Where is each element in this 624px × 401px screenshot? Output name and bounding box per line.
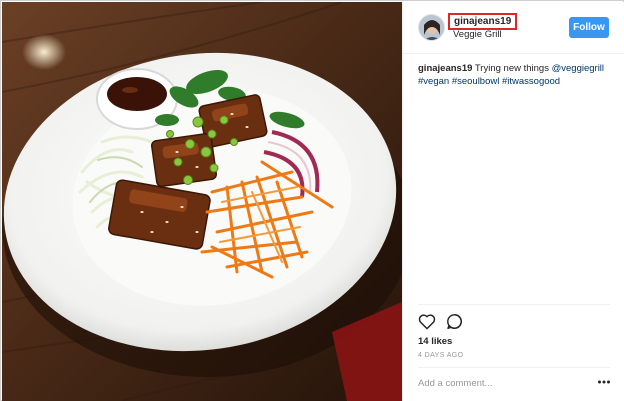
comment-bubble-icon[interactable] [446,313,463,330]
hashtag-link[interactable]: #seoulbowl [452,76,500,87]
post-location[interactable]: Veggie Grill [453,29,502,40]
caption-mention-link[interactable]: @veggiegrill [552,63,604,74]
follow-button[interactable]: Follow [569,17,609,38]
caption-username[interactable]: ginajeans19 [418,63,472,74]
heart-icon[interactable] [418,313,436,330]
caption-text: Trying new things [474,63,549,74]
divider [418,367,610,368]
post-details-panel: ginajeans19 Veggie Grill Follow ginajean… [402,2,624,401]
likes-count[interactable]: 14 likes [418,336,452,347]
post-timestamp[interactable]: 4 DAYS AGO [418,352,464,359]
post-caption: ginajeans19 Trying new things @veggiegri… [418,62,618,88]
post-photo[interactable] [2,2,402,401]
food-photo-image [2,2,402,401]
hashtag-link[interactable]: #vegan [418,76,449,87]
instagram-post-window: ginajeans19 Veggie Grill Follow ginajean… [0,0,624,401]
user-portrait-icon [419,15,444,40]
hashtag-link[interactable]: #itwassogood [502,76,560,87]
divider [418,304,610,305]
profile-avatar[interactable] [418,14,445,41]
post-header: ginajeans19 Veggie Grill Follow [403,2,624,54]
more-options-icon[interactable] [597,378,611,386]
post-author-username[interactable]: ginajeans19 [448,13,518,30]
add-comment-input[interactable] [418,376,588,390]
